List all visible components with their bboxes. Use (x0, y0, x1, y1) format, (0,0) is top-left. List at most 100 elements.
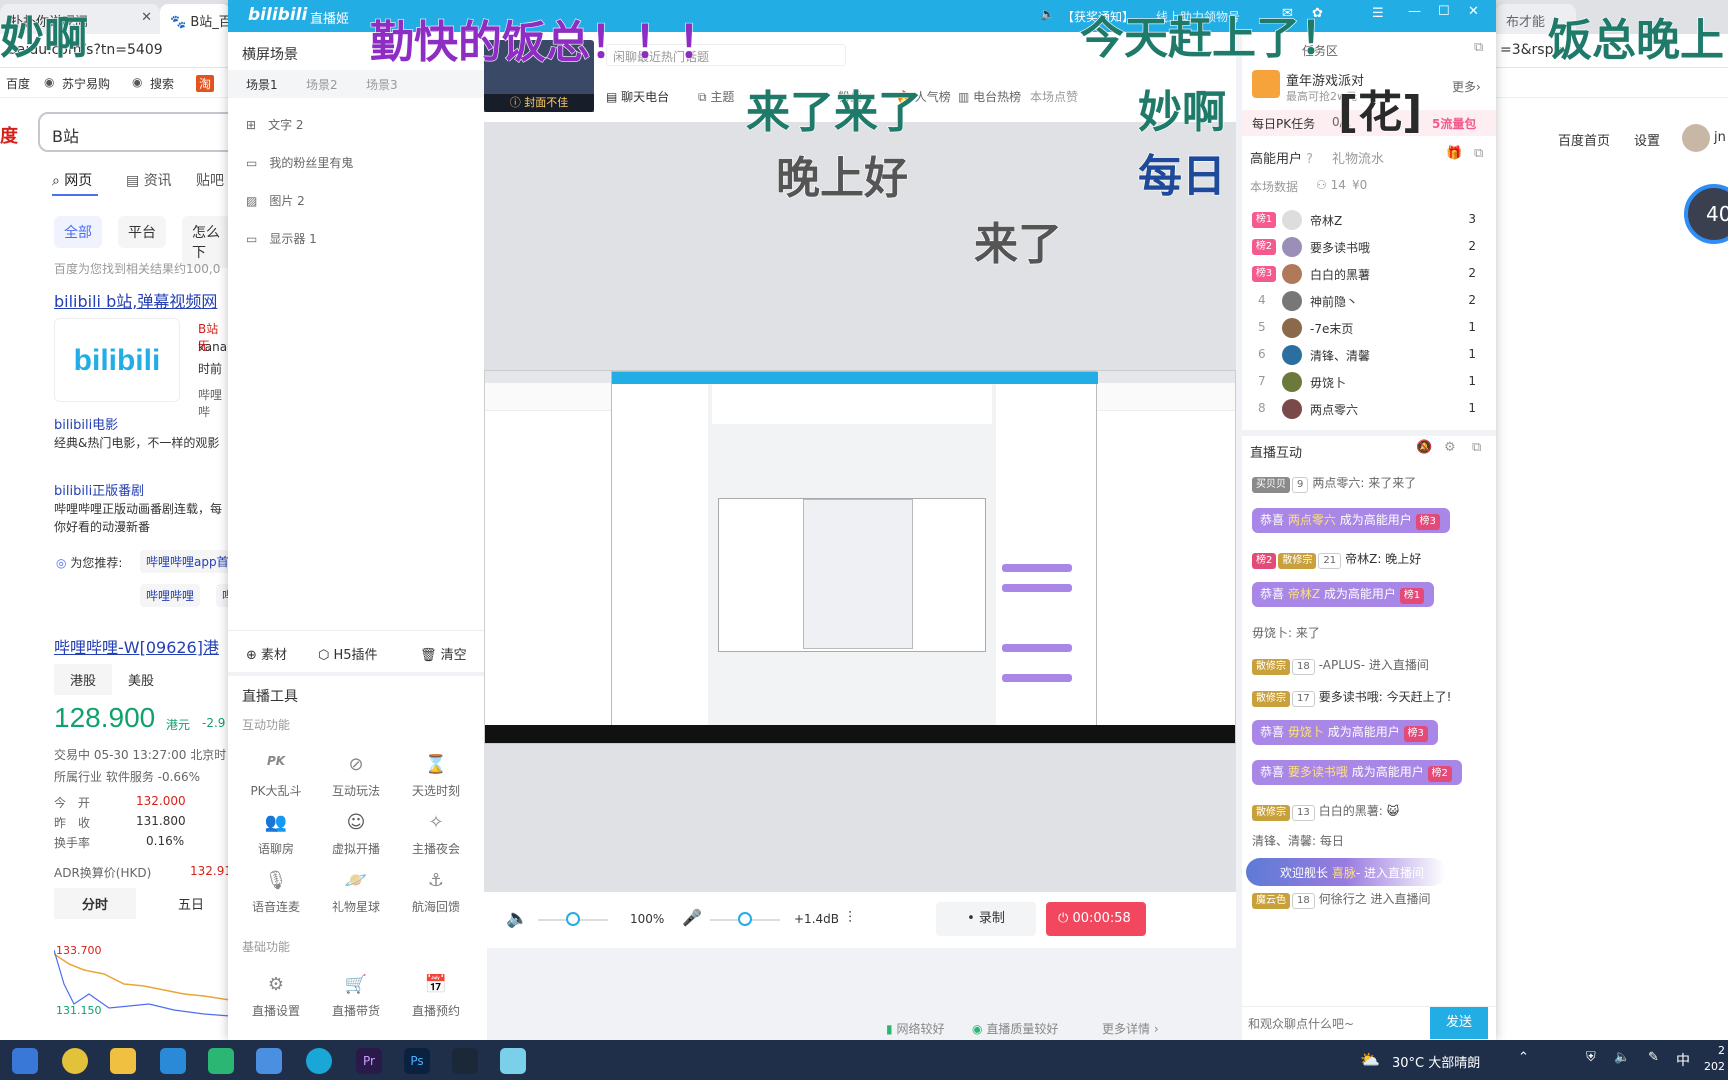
mail-app-icon[interactable] (12, 1048, 38, 1074)
h5-plugin-button[interactable]: ⬡ H5插件 (318, 644, 378, 663)
browser-tab-active[interactable]: 🐾 B站_百度 (160, 4, 230, 34)
popout-icon[interactable]: ⧉ (1474, 146, 1483, 161)
rank-row[interactable]: 榜3 白白的黑薯 2 (1252, 262, 1482, 288)
scene-tab-3[interactable]: 场景3 (366, 76, 398, 93)
recommend-chip[interactable]: 哔哩哔哩app首 (140, 550, 230, 573)
premiere-icon[interactable]: Pr (356, 1048, 382, 1074)
search-input[interactable]: B站 (38, 112, 230, 152)
chrome-icon[interactable] (62, 1048, 88, 1074)
volume-icon[interactable]: 🔈 (1614, 1050, 1630, 1065)
close-icon[interactable]: ✕ (1468, 4, 1479, 19)
bookmark-item[interactable]: 百度 (6, 75, 30, 92)
nav-settings[interactable]: 设置 (1634, 130, 1660, 149)
chat-input[interactable] (1248, 1011, 1428, 1037)
sublink-movie[interactable]: bilibili电影 (54, 414, 118, 433)
send-button[interactable]: 发送 (1430, 1007, 1488, 1039)
rank-row[interactable]: 7 毋饶卜 1 (1252, 370, 1482, 396)
rank-row[interactable]: 榜1 帝林Z 3 (1252, 208, 1482, 234)
mic-icon[interactable]: 🎤 (682, 908, 702, 927)
shield-icon[interactable]: ⛨ (1586, 1050, 1596, 1065)
period-tab-intraday[interactable]: 分时 (54, 888, 137, 919)
voice-link-tool[interactable]: 🎙 语音连麦 (236, 870, 316, 915)
live-shopping-tool[interactable]: 🛒 直播带货 (316, 974, 396, 1019)
preview-canvas[interactable] (484, 122, 1236, 892)
stock-tab-hk[interactable]: 港股 (54, 664, 113, 695)
scene-source-image[interactable]: ▨ 图片 2 (246, 192, 305, 209)
close-icon[interactable]: ✕ (141, 10, 152, 25)
nav-baidu-home[interactable]: 百度首页 (1558, 130, 1610, 149)
voyage-reward-tool[interactable]: ⚓ 航海回馈 (396, 870, 476, 915)
night-party-tool[interactable]: ✧ 主播夜会 (396, 812, 476, 857)
scene-source-text[interactable]: ⊞ 文字 2 (246, 116, 304, 133)
material-button[interactable]: ⊕ 素材 (246, 644, 287, 663)
minimize-icon[interactable]: — (1408, 4, 1421, 19)
chevron-up-icon[interactable]: ⌃ (1518, 1050, 1529, 1065)
chat-message[interactable]: 毋饶卜: 来了 (1252, 624, 1320, 641)
live-app-icon[interactable] (500, 1048, 526, 1074)
scene-tab-1[interactable]: 场景1 (246, 76, 278, 93)
rank-row[interactable]: 6 清锋、清馨 1 (1252, 343, 1482, 369)
search-tab-news[interactable]: ▤ 资讯 (126, 170, 172, 190)
more-details-link[interactable]: 更多详情 › (1102, 1020, 1159, 1037)
video-app-icon[interactable] (160, 1048, 186, 1074)
mute-icon[interactable]: 🔕 (1416, 440, 1432, 455)
period-tab-5day[interactable]: 五日 (178, 894, 204, 913)
edge-icon[interactable] (306, 1048, 332, 1074)
filter-platform[interactable]: 平台 (118, 216, 166, 248)
mixer-icon[interactable]: ⫶ (848, 908, 852, 928)
volume-slider-handle[interactable] (566, 912, 580, 926)
photoshop-icon[interactable]: Ps (404, 1048, 430, 1074)
clock-time[interactable]: 2 (1718, 1044, 1725, 1057)
gear-icon[interactable]: ⚙ (1444, 440, 1456, 455)
avatar[interactable] (1682, 124, 1710, 152)
clear-button[interactable]: 🗑 清空 (420, 644, 467, 663)
pk-tool[interactable]: PK PK大乱斗 (236, 754, 316, 799)
clock-date[interactable]: 202 (1704, 1060, 1725, 1073)
folder-icon[interactable] (110, 1048, 136, 1074)
pen-icon[interactable]: ✎ (1648, 1050, 1659, 1065)
chat-message[interactable]: 清锋、清馨: 每日 (1252, 832, 1344, 849)
result-title-link[interactable]: bilibili b站,弹幕视频网 (54, 288, 217, 312)
tab-gift-flow[interactable]: 礼物流水 (1332, 148, 1384, 167)
virtual-live-tool[interactable]: ☺ 虚拟开播 (316, 812, 396, 857)
filter-all[interactable]: 全部 (54, 216, 102, 248)
rank-row[interactable]: 榜2 要多读书哦 2 (1252, 235, 1482, 261)
popout-icon[interactable]: ⧉ (1472, 440, 1481, 455)
chat-message[interactable]: 买贝贝 9 两点零六: 来了来了 (1252, 474, 1416, 493)
chat-message[interactable]: 榜2 散修宗 21 帝林Z: 晚上好 (1252, 550, 1421, 569)
gift-icon[interactable]: 🎁 (1446, 146, 1462, 161)
ime-indicator[interactable]: 中 (1676, 1050, 1690, 1070)
live-settings-tool[interactable]: ⚙ 直播设置 (236, 974, 316, 1019)
chat-message[interactable]: 散修宗 13 白白的黑薯: 😺 (1252, 802, 1399, 821)
area-button[interactable]: ▤ 聊天电台 (606, 88, 669, 105)
stock-title-link[interactable]: 哔哩哔哩-W[09626]港 (54, 634, 219, 658)
maximize-icon[interactable]: ☐ (1438, 4, 1450, 19)
stock-tab-us[interactable]: 美股 (128, 670, 154, 689)
steam-icon[interactable] (452, 1048, 478, 1074)
tab-high-energy-users[interactable]: 高能用户 ? (1250, 148, 1313, 167)
record-button[interactable]: • 录制 (936, 902, 1036, 936)
scene-source-browser[interactable]: ▭ 我的粉丝里有鬼 (246, 154, 353, 171)
chat-message[interactable]: 散修宗 17 要多读书哦: 今天赶上了! (1252, 688, 1451, 707)
radio-rank-button[interactable]: ▥ 电台热榜 (958, 88, 1021, 105)
rank-row[interactable]: 8 两点零六 1 (1252, 397, 1482, 423)
popout-icon[interactable]: ⧉ (1474, 40, 1483, 55)
play-app-icon[interactable] (208, 1048, 234, 1074)
bird-app-icon[interactable] (256, 1048, 282, 1074)
speaker-icon[interactable]: 🔈 (506, 908, 528, 929)
voice-room-tool[interactable]: 👥 语聊房 (236, 812, 316, 857)
rank-row[interactable]: 5 -7e末页 1 (1252, 316, 1482, 342)
bookmark-item[interactable]: 苏宁易购 (62, 75, 110, 92)
search-tab-tieba[interactable]: 贴吧 (196, 170, 224, 190)
scene-source-display[interactable]: ▭ 显示器 1 (246, 230, 317, 247)
live-reservation-tool[interactable]: 📅 直播预约 (396, 974, 476, 1019)
search-tab-web[interactable]: ⌕ 网页 (52, 170, 92, 190)
recommend-chip[interactable]: 哔哩哔哩 (140, 584, 201, 607)
chat-message[interactable]: 魔云色 18 何徐行之 进入直播间 (1252, 890, 1431, 909)
lottery-tool[interactable]: ⌛ 天选时刻 (396, 754, 476, 799)
weather-text[interactable]: 30°C 大部晴朗 (1392, 1052, 1480, 1071)
interactive-play-tool[interactable]: ⊘ 互动玩法 (316, 754, 396, 799)
bookmark-item[interactable]: 搜索 (150, 75, 174, 92)
chat-message[interactable]: 散修宗 18 -APLUS- 进入直播间 (1252, 656, 1429, 675)
sublink-anime[interactable]: bilibili正版番剧 (54, 480, 144, 499)
